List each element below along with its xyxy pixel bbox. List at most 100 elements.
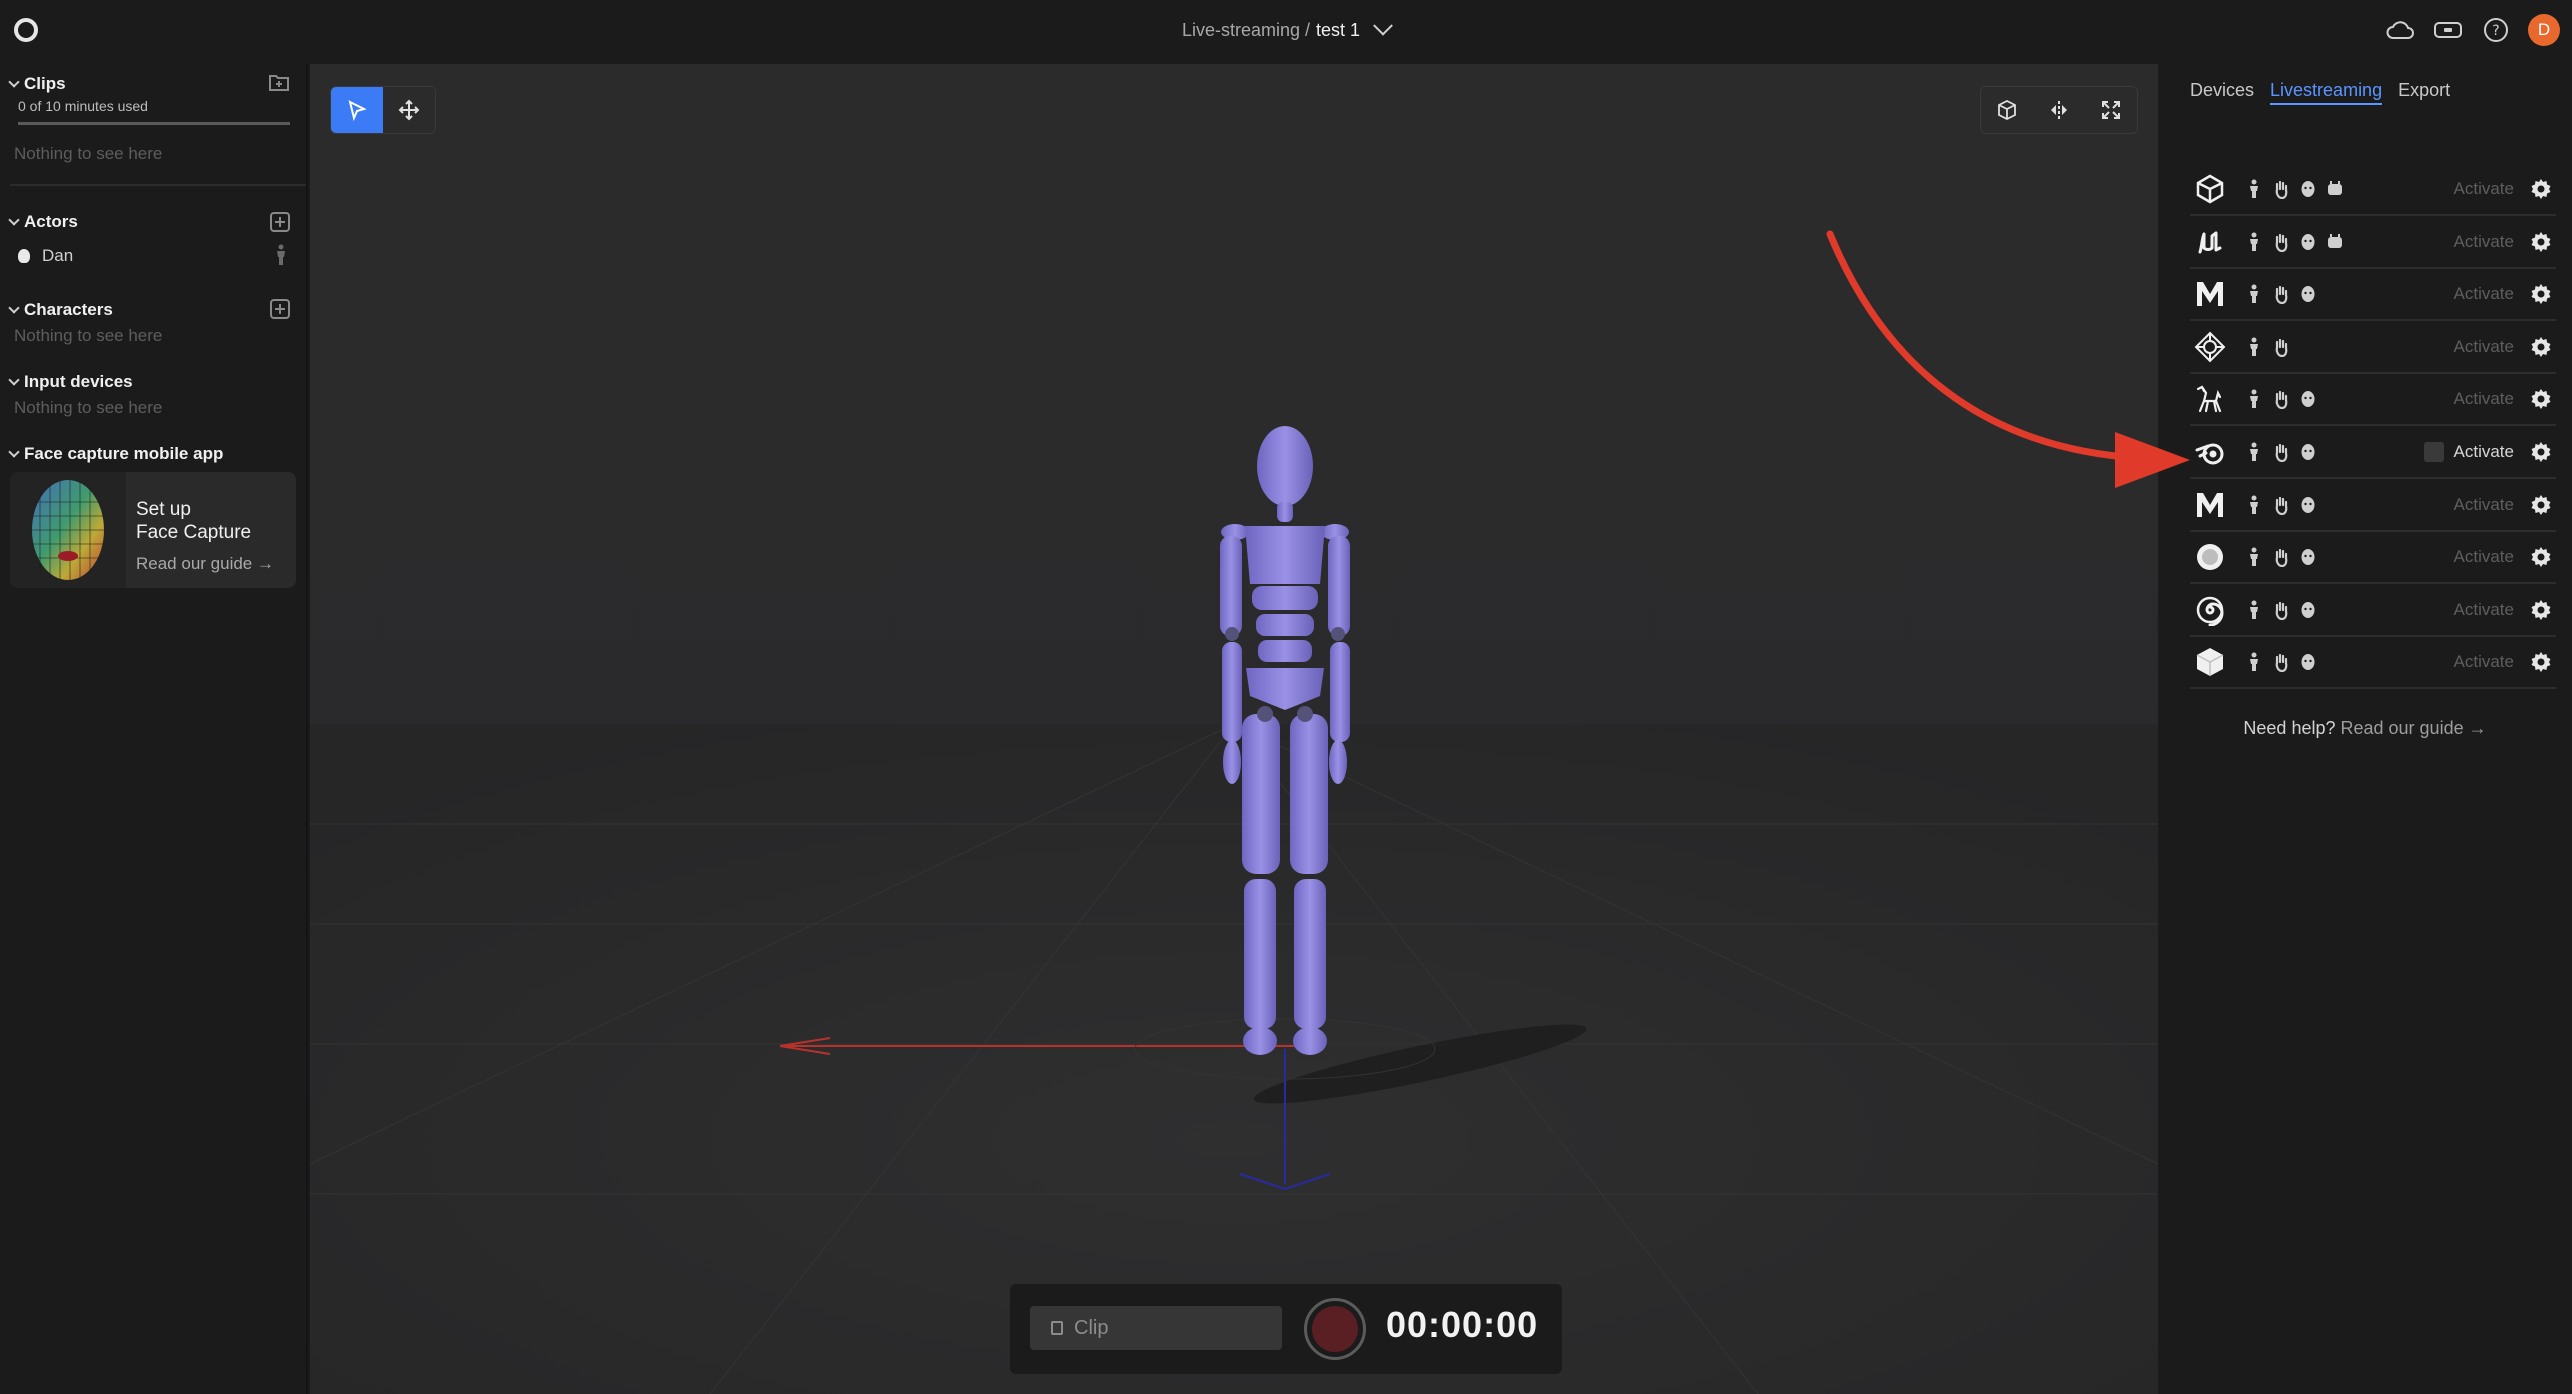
cinema4d-icon [2190,537,2230,577]
activate-button[interactable]: Activate [2454,652,2514,672]
view-tool-group [1980,86,2138,134]
body-icon [2244,495,2264,515]
perspective-view-button[interactable] [1981,87,2033,133]
input-devices-header[interactable]: Input devices [8,372,133,392]
actor-item[interactable]: Dan [18,246,73,266]
livestream-target-row: Activate [2190,217,2556,269]
record-button[interactable] [1304,1298,1366,1360]
gear-icon[interactable] [2530,388,2552,410]
3d-viewport[interactable]: 00:00:00 [310,64,2158,1394]
help-icon[interactable]: ? [2480,14,2512,46]
face-capture-title: Face capture mobile app [24,444,224,463]
activate-control: Activate [2454,652,2514,672]
actors-title: Actors [24,212,78,231]
face-capture-card[interactable]: Set up Face Capture Read our guide → [10,472,296,588]
activate-control: Activate [2454,600,2514,620]
gear-icon[interactable] [2530,231,2552,253]
activate-control: Activate [2454,232,2514,252]
top-bar: Live-streaming / test 1 ? D [0,0,2572,64]
face-capture-header[interactable]: Face capture mobile app [8,444,224,464]
clips-title: Clips [24,74,66,93]
gear-icon[interactable] [2530,494,2552,516]
device-icon [2325,179,2345,199]
record-timer: 00:00:00 [1386,1304,1539,1345]
activate-button[interactable]: Activate [2454,232,2514,252]
face-icon [2298,652,2318,672]
chevron-down-icon[interactable] [8,302,20,314]
mirror-button[interactable] [2033,87,2085,133]
activate-button[interactable]: Activate [2454,495,2514,515]
add-actor-icon[interactable] [270,212,290,232]
select-tool-button[interactable] [331,87,383,133]
actor-body-icon[interactable] [274,244,288,271]
activate-control: Activate [2454,547,2514,567]
activate-button[interactable]: Activate [2454,179,2514,199]
scene-canvas[interactable] [310,64,2158,1394]
capability-icons [2244,389,2374,410]
breadcrumb-parent[interactable]: Live-streaming / [1182,20,1310,41]
chevron-down-icon[interactable] [1373,15,1393,36]
capability-icons [2244,179,2374,199]
body-icon [2244,600,2264,620]
gear-icon[interactable] [2530,441,2552,463]
mirror-icon [2051,101,2067,119]
gear-icon[interactable] [2530,546,2552,568]
gear-icon[interactable] [2530,651,2552,673]
face-icon [2298,442,2318,462]
clip-name-input[interactable] [1030,1306,1282,1350]
activate-control: Activate [2454,284,2514,304]
headset-device-icon[interactable] [2432,14,2464,46]
gear-icon[interactable] [2530,599,2552,621]
clips-empty: Nothing to see here [14,144,163,163]
activate-control: Activate [2454,495,2514,515]
actors-header[interactable]: Actors [8,212,78,232]
chevron-down-icon[interactable] [8,446,20,458]
face-icon [2298,495,2318,515]
tab-livestreaming[interactable]: Livestreaming [2270,80,2383,105]
hand-icon [2271,600,2291,620]
add-clip-folder-icon[interactable] [268,72,290,97]
unreal-icon [2190,222,2230,262]
activate-button[interactable]: Activate [2454,442,2514,462]
activate-control: Activate [2454,337,2514,357]
body-icon [2244,389,2264,409]
gear-icon[interactable] [2530,336,2552,358]
activate-button[interactable]: Activate [2454,337,2514,357]
chevron-down-icon[interactable] [8,76,20,88]
activate-checkbox[interactable] [2423,442,2444,462]
clips-header[interactable]: Clips [8,74,66,94]
help-guide-link[interactable]: Read our guide → [2341,718,2487,738]
face-capture-guide-link[interactable]: Read our guide → [136,554,274,574]
move-tool-button[interactable] [383,87,435,133]
hand-icon [2271,652,2291,673]
gear-icon[interactable] [2530,283,2552,305]
fullscreen-button[interactable] [2085,87,2137,133]
characters-header[interactable]: Characters [8,300,113,320]
activate-button[interactable]: Activate [2454,284,2514,304]
capability-icons [2244,284,2374,305]
hand-icon [2271,442,2291,462]
divider [10,184,306,186]
livestream-target-row: Activate [2190,164,2556,216]
livestream-target-row: Activate [2190,585,2556,637]
activate-button[interactable]: Activate [2454,389,2514,409]
tab-devices[interactable]: Devices [2190,80,2254,105]
gear-icon[interactable] [2530,178,2552,200]
add-character-icon[interactable] [270,299,290,319]
activate-control: Activate [2454,389,2514,409]
chevron-down-icon[interactable] [8,374,20,386]
move-icon [398,99,420,121]
capability-icons [2244,652,2374,673]
breadcrumb-current[interactable]: test 1 [1316,20,1360,41]
tool-group [330,86,436,134]
livestream-target-row: Activate [2190,532,2556,585]
unity-icon [2190,169,2230,209]
chevron-down-icon[interactable] [8,214,20,226]
activate-button[interactable]: Activate [2454,600,2514,620]
activate-button[interactable]: Activate [2454,547,2514,567]
cloud-icon[interactable] [2384,14,2416,46]
avatar[interactable]: D [2528,14,2560,46]
tab-export[interactable]: Export [2398,80,2450,105]
body-icon [2244,547,2264,567]
hand-icon [2271,547,2291,568]
